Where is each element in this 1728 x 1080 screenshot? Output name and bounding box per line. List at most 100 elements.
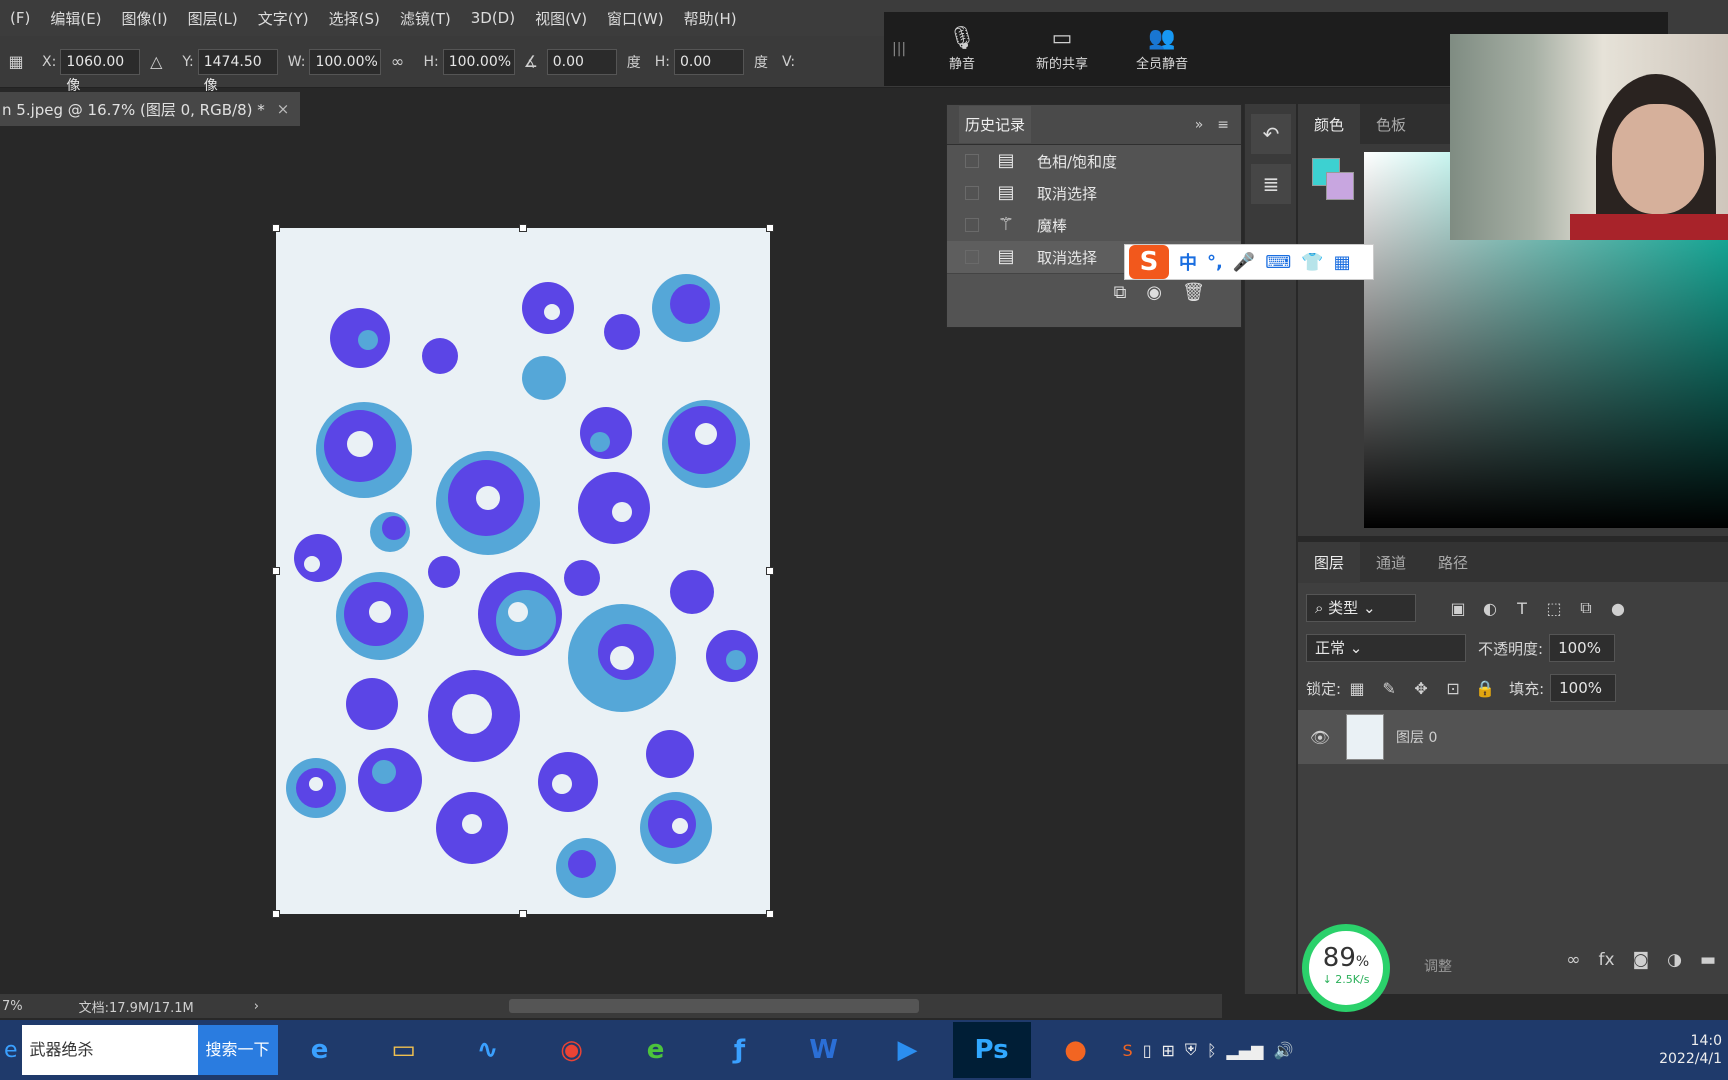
horizontal-scrollbar[interactable] — [508, 999, 919, 1013]
link-layers-icon[interactable]: ∞ — [1566, 950, 1580, 970]
browser-search-icon[interactable]: e — [4, 1038, 18, 1063]
zoom-level[interactable]: 7% — [2, 999, 23, 1014]
menu-view[interactable]: 视图(V) — [525, 8, 597, 29]
snapshot-checkbox[interactable] — [965, 218, 979, 232]
angle-field[interactable]: 0.00 — [546, 48, 617, 75]
history-item[interactable]: ▤ 取消选择 — [947, 177, 1241, 209]
transform-handle-br[interactable] — [766, 910, 774, 918]
shape-filter-icon[interactable]: ⬚ — [1542, 599, 1566, 618]
menu-edit[interactable]: 编辑(E) — [40, 8, 111, 29]
close-tab-icon[interactable]: × — [277, 100, 290, 118]
menu-filter[interactable]: 滤镜(T) — [390, 8, 461, 29]
lock-all-icon[interactable]: 🔒 — [1473, 679, 1497, 698]
reference-point-icon[interactable]: ▦ — [4, 52, 28, 71]
delta-icon[interactable]: △ — [144, 52, 168, 71]
menu-layer[interactable]: 图层(L) — [178, 8, 248, 29]
activity-app-icon[interactable]: ∿ — [449, 1022, 527, 1078]
menu-help[interactable]: 帮助(H) — [674, 8, 747, 29]
mute-button[interactable]: 🎙 静音 — [912, 26, 1012, 72]
toolbox-icon[interactable]: ▦ — [1334, 252, 1351, 273]
browser-360-icon[interactable]: e — [617, 1022, 695, 1078]
type-filter-icon[interactable]: T — [1510, 599, 1534, 618]
sogou-logo-icon[interactable]: S — [1129, 245, 1169, 279]
fx-icon[interactable]: fx — [1599, 950, 1615, 970]
layer-filter-select[interactable]: ⌕ 类型 ⌄ — [1306, 594, 1416, 622]
y-field[interactable]: 1474.50 像 — [197, 48, 278, 94]
new-document-icon[interactable]: ⧉ — [1114, 282, 1127, 303]
document-tab[interactable]: n 5.jpeg @ 16.7% (图层 0, RGB/8) * × — [0, 92, 300, 126]
network-tray-icon[interactable]: ⊞ — [1162, 1041, 1175, 1060]
tab-swatches[interactable]: 色板 — [1360, 104, 1422, 145]
h-field[interactable]: 100.00% — [442, 48, 515, 75]
feishu-icon[interactable]: ƒ — [701, 1022, 779, 1078]
menu-image[interactable]: 图像(I) — [112, 8, 178, 29]
mask-icon[interactable]: ◙ — [1633, 950, 1650, 970]
transform-handle-mr[interactable] — [766, 567, 774, 575]
background-color-swatch[interactable] — [1326, 172, 1354, 200]
bluetooth-tray-icon[interactable]: ᛒ — [1207, 1041, 1217, 1060]
history-dock-icon[interactable]: ↶ — [1251, 114, 1291, 154]
word-icon[interactable]: W — [785, 1022, 863, 1078]
lock-position-icon[interactable]: ✥ — [1409, 679, 1433, 698]
panel-menu-icon[interactable]: ≡ — [1217, 117, 1229, 133]
filter-toggle-icon[interactable]: ● — [1606, 599, 1630, 618]
history-title[interactable]: 历史记录 — [959, 106, 1032, 143]
transform-handle-tc[interactable] — [519, 224, 527, 232]
volume-tray-icon[interactable]: 🔊 — [1273, 1041, 1293, 1060]
transform-handle-bl[interactable] — [272, 910, 280, 918]
adjustment-filter-icon[interactable]: ◐ — [1478, 599, 1502, 618]
record-app-icon[interactable]: ● — [1037, 1022, 1115, 1078]
photoshop-icon[interactable]: Ps — [952, 1022, 1031, 1078]
taskbar-search-input[interactable]: 武器绝杀 — [21, 1025, 198, 1075]
lock-paint-icon[interactable]: ✎ — [1377, 679, 1401, 698]
battery-tray-icon[interactable]: ▯ — [1143, 1041, 1152, 1060]
transform-handle-tl[interactable] — [272, 224, 280, 232]
chrome-icon[interactable]: ◉ — [533, 1022, 611, 1078]
camera-icon[interactable]: ◉ — [1146, 282, 1162, 303]
menu-window[interactable]: 窗口(W) — [597, 8, 674, 29]
pixel-filter-icon[interactable]: ▣ — [1446, 599, 1470, 618]
tab-layers[interactable]: 图层 — [1298, 541, 1361, 583]
lock-transparent-icon[interactable]: ▦ — [1345, 679, 1369, 698]
menu-file[interactable]: (F) — [0, 9, 40, 27]
fill-field[interactable]: 100% — [1550, 674, 1617, 702]
document-canvas[interactable] — [276, 228, 770, 914]
snapshot-checkbox[interactable] — [965, 186, 979, 200]
snapshot-checkbox[interactable] — [965, 154, 979, 168]
keyboard-icon[interactable]: ⌨ — [1265, 252, 1291, 273]
hskew-field[interactable]: 0.00 — [673, 48, 744, 75]
eye-icon[interactable]: 👁 — [1308, 728, 1332, 747]
x-field[interactable]: 1060.00 像 — [60, 48, 141, 94]
tab-color[interactable]: 颜色 — [1298, 103, 1361, 145]
ime-mode[interactable]: 中 — [1179, 249, 1197, 275]
share-button[interactable]: ▭ 新的共享 — [1012, 26, 1112, 72]
tab-channels[interactable]: 通道 — [1360, 542, 1422, 583]
transform-handle-bc[interactable] — [519, 910, 527, 918]
transform-handle-tr[interactable] — [766, 224, 774, 232]
history-item[interactable]: ▤ 色相/饱和度 — [947, 145, 1241, 177]
voice-input-icon[interactable]: 🎤 — [1233, 252, 1255, 273]
lock-artboard-icon[interactable]: ⊡ — [1441, 679, 1465, 698]
tab-paths[interactable]: 路径 — [1422, 542, 1484, 583]
menu-type[interactable]: 文字(Y) — [248, 8, 319, 29]
trash-icon[interactable]: 🗑 — [1182, 282, 1205, 303]
clock[interactable]: 14:0 2022/4/1 — [1659, 1032, 1722, 1068]
transform-handle-ml[interactable] — [272, 567, 280, 575]
smart-object-filter-icon[interactable]: ⧉ — [1574, 598, 1598, 618]
meeting-app-icon[interactable]: ▶ — [869, 1022, 947, 1078]
blend-mode-select[interactable]: 正常 ⌄ — [1306, 634, 1466, 662]
folder-icon[interactable]: ▬ — [1700, 950, 1716, 970]
skin-icon[interactable]: 👕 — [1301, 252, 1323, 273]
shield-tray-icon[interactable]: ⛨ — [1185, 1040, 1197, 1060]
wifi-tray-icon[interactable]: ▂▄▆ — [1227, 1041, 1264, 1060]
menu-select[interactable]: 选择(S) — [319, 8, 390, 29]
w-field[interactable]: 100.00% — [309, 48, 382, 75]
adjustments-label[interactable]: 调整 — [1424, 956, 1452, 976]
taskbar-search-button[interactable]: 搜索一下 — [197, 1025, 278, 1075]
chevron-right-icon[interactable]: › — [254, 999, 259, 1014]
collapse-icon[interactable]: » — [1195, 117, 1204, 133]
layer-row[interactable]: 👁 图层 0 — [1298, 710, 1728, 764]
sogou-tray-icon[interactable]: S — [1123, 1041, 1133, 1060]
snapshot-checkbox[interactable] — [965, 250, 979, 264]
properties-dock-icon[interactable]: ≣ — [1251, 164, 1291, 204]
